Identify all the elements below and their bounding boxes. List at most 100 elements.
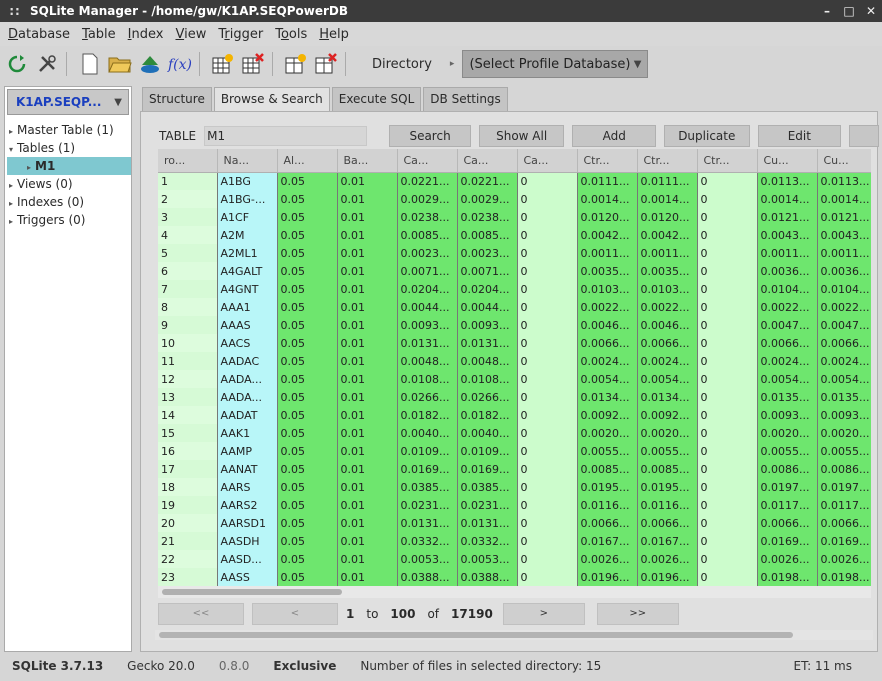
table-cell[interactable]: 0.0120... <box>637 208 698 226</box>
table-cell[interactable]: 0.0134... <box>577 388 638 406</box>
minimize-button[interactable]: – <box>816 4 838 18</box>
table-cell[interactable]: 0.01 <box>337 352 398 370</box>
table-cell[interactable]: 0.0046... <box>577 316 638 334</box>
table-cell[interactable]: 0.0198... <box>757 568 818 586</box>
table-cell[interactable]: 0.0066... <box>757 514 818 532</box>
table-cell[interactable]: 0 <box>697 442 758 460</box>
tab-structure[interactable]: Structure <box>142 87 212 111</box>
column-header[interactable]: Al... <box>277 149 338 173</box>
table-row[interactable]: 3 A1CF 0.05 0.01 0.0238... 0.0238... 0 0.0120..… <box>158 208 871 226</box>
menu-item[interactable]: Help <box>313 27 355 42</box>
last-page-button[interactable]: >> <box>596 603 679 625</box>
table-cell[interactable]: 0.0040... <box>397 424 458 442</box>
table-row[interactable]: 18 AARS 0.05 0.01 0.0385... 0.0385... 0 0.0195.… <box>158 478 871 496</box>
table-cell[interactable]: 0.05 <box>277 298 338 316</box>
table-cell[interactable]: 0.01 <box>337 514 398 532</box>
table-cell[interactable]: 0.0023... <box>397 244 458 262</box>
add-button[interactable]: Add <box>572 125 656 147</box>
table-cell[interactable]: 0 <box>697 424 758 442</box>
table-cell[interactable]: 0.0120... <box>577 208 638 226</box>
table-cell[interactable]: 0 <box>517 226 578 244</box>
table-row[interactable]: 20 AARSD1 0.05 0.01 0.0131... 0.0131... 0 0.006… <box>158 514 871 532</box>
table-cell[interactable]: 0 <box>697 406 758 424</box>
table-cell[interactable]: 0.0332... <box>397 532 458 550</box>
table-cell[interactable]: 0 <box>517 262 578 280</box>
table-cell[interactable]: 0.0131... <box>457 334 518 352</box>
table-cell[interactable]: AADA... <box>217 388 278 406</box>
table-cell[interactable]: 0 <box>517 190 578 208</box>
show-all-button[interactable]: Show All <box>478 125 565 147</box>
table-cell[interactable]: 0.05 <box>277 568 338 586</box>
table-cell[interactable]: 0 <box>517 298 578 316</box>
table-cell[interactable]: 0 <box>517 208 578 226</box>
table-row[interactable]: 17 AANAT 0.05 0.01 0.0169... 0.0169... 0 0.0085… <box>158 460 871 478</box>
table-cell[interactable]: 0.0231... <box>397 496 458 514</box>
table-cell[interactable]: 0.0055... <box>817 442 871 460</box>
table-cell[interactable]: 0.01 <box>337 568 398 586</box>
table-cell[interactable]: 0.0022... <box>757 298 818 316</box>
table-cell[interactable]: 0.0020... <box>757 424 818 442</box>
table-cell[interactable]: 0.0111... <box>577 172 638 190</box>
menu-item[interactable]: View <box>169 27 212 42</box>
table-cell[interactable]: 0.0053... <box>457 550 518 568</box>
panel-horizontal-scrollbar[interactable] <box>155 630 873 640</box>
table-cell[interactable]: 0.0024... <box>757 352 818 370</box>
table-cell[interactable]: AASD... <box>217 550 278 568</box>
next-page-button[interactable]: > <box>502 603 585 625</box>
tree-item[interactable]: ▸ Master Table (1) <box>7 121 131 139</box>
scrollbar-thumb[interactable] <box>162 589 342 595</box>
table-cell[interactable]: 0.0071... <box>397 262 458 280</box>
table-cell[interactable]: 0.05 <box>277 226 338 244</box>
table-cell[interactable]: 0.0020... <box>577 424 638 442</box>
table-cell[interactable]: 0 <box>517 316 578 334</box>
table-cell[interactable]: AARSD1 <box>217 514 278 532</box>
table-cell[interactable]: 0.0131... <box>397 334 458 352</box>
duplicate-button[interactable]: Duplicate <box>664 125 750 147</box>
table-cell[interactable]: 21 <box>158 532 218 550</box>
table-cell[interactable]: 0.01 <box>337 532 398 550</box>
table-cell[interactable]: 0.0066... <box>637 514 698 532</box>
table-cell[interactable]: 2 <box>158 190 218 208</box>
table-cell[interactable]: 15 <box>158 424 218 442</box>
table-cell[interactable]: 0.0024... <box>637 352 698 370</box>
table-cell[interactable]: 23 <box>158 568 218 586</box>
table-cell[interactable]: 0.0204... <box>457 280 518 298</box>
table-cell[interactable]: 0.0117... <box>757 496 818 514</box>
table-cell[interactable]: 0.0093... <box>817 406 871 424</box>
profile-database-select[interactable]: (Select Profile Database) ▼ <box>462 50 649 78</box>
new-database-icon[interactable] <box>77 51 103 77</box>
tab-execute-sql[interactable]: Execute SQL <box>331 87 422 111</box>
table-cell[interactable]: 0.0048... <box>457 352 518 370</box>
table-cell[interactable]: 9 <box>158 316 218 334</box>
window-menu-grip[interactable]: :: <box>0 4 30 18</box>
table-row[interactable]: 22 AASD... 0.05 0.01 0.0053... 0.0053... 0 0.00… <box>158 550 871 568</box>
table-cell[interactable]: 0 <box>697 388 758 406</box>
table-cell[interactable]: 0 <box>697 190 758 208</box>
table-cell[interactable]: AASS <box>217 568 278 586</box>
table-cell[interactable]: 4 <box>158 226 218 244</box>
table-row[interactable]: 21 AASDH 0.05 0.01 0.0332... 0.0332... 0 0.0167… <box>158 532 871 550</box>
table-row[interactable]: 10 AACS 0.05 0.01 0.0131... 0.0131... 0 0.0066.… <box>158 334 871 352</box>
table-cell[interactable]: 0.01 <box>337 460 398 478</box>
table-cell[interactable]: 0.05 <box>277 334 338 352</box>
table-cell[interactable]: 0.0036... <box>757 262 818 280</box>
table-cell[interactable]: 0.0131... <box>457 514 518 532</box>
table-cell[interactable]: 0 <box>697 334 758 352</box>
table-cell[interactable]: 0.0121... <box>817 208 871 226</box>
drop-index-icon[interactable] <box>313 51 339 77</box>
table-cell[interactable]: 0.0043... <box>817 226 871 244</box>
table-cell[interactable]: 0 <box>697 280 758 298</box>
table-cell[interactable]: 0.05 <box>277 208 338 226</box>
table-cell[interactable]: 0.0093... <box>397 316 458 334</box>
table-cell[interactable]: 0.05 <box>277 370 338 388</box>
table-cell[interactable]: 0.0085... <box>457 226 518 244</box>
table-cell[interactable]: 6 <box>158 262 218 280</box>
column-header[interactable]: Cu... <box>817 149 871 173</box>
table-cell[interactable]: 0.0055... <box>577 442 638 460</box>
table-cell[interactable]: 0.0029... <box>457 190 518 208</box>
table-cell[interactable]: 13 <box>158 388 218 406</box>
menu-item[interactable]: Trigger <box>212 27 269 42</box>
table-cell[interactable]: 0.01 <box>337 442 398 460</box>
table-cell[interactable]: 0.01 <box>337 424 398 442</box>
delete-button-partial[interactable] <box>849 125 879 147</box>
